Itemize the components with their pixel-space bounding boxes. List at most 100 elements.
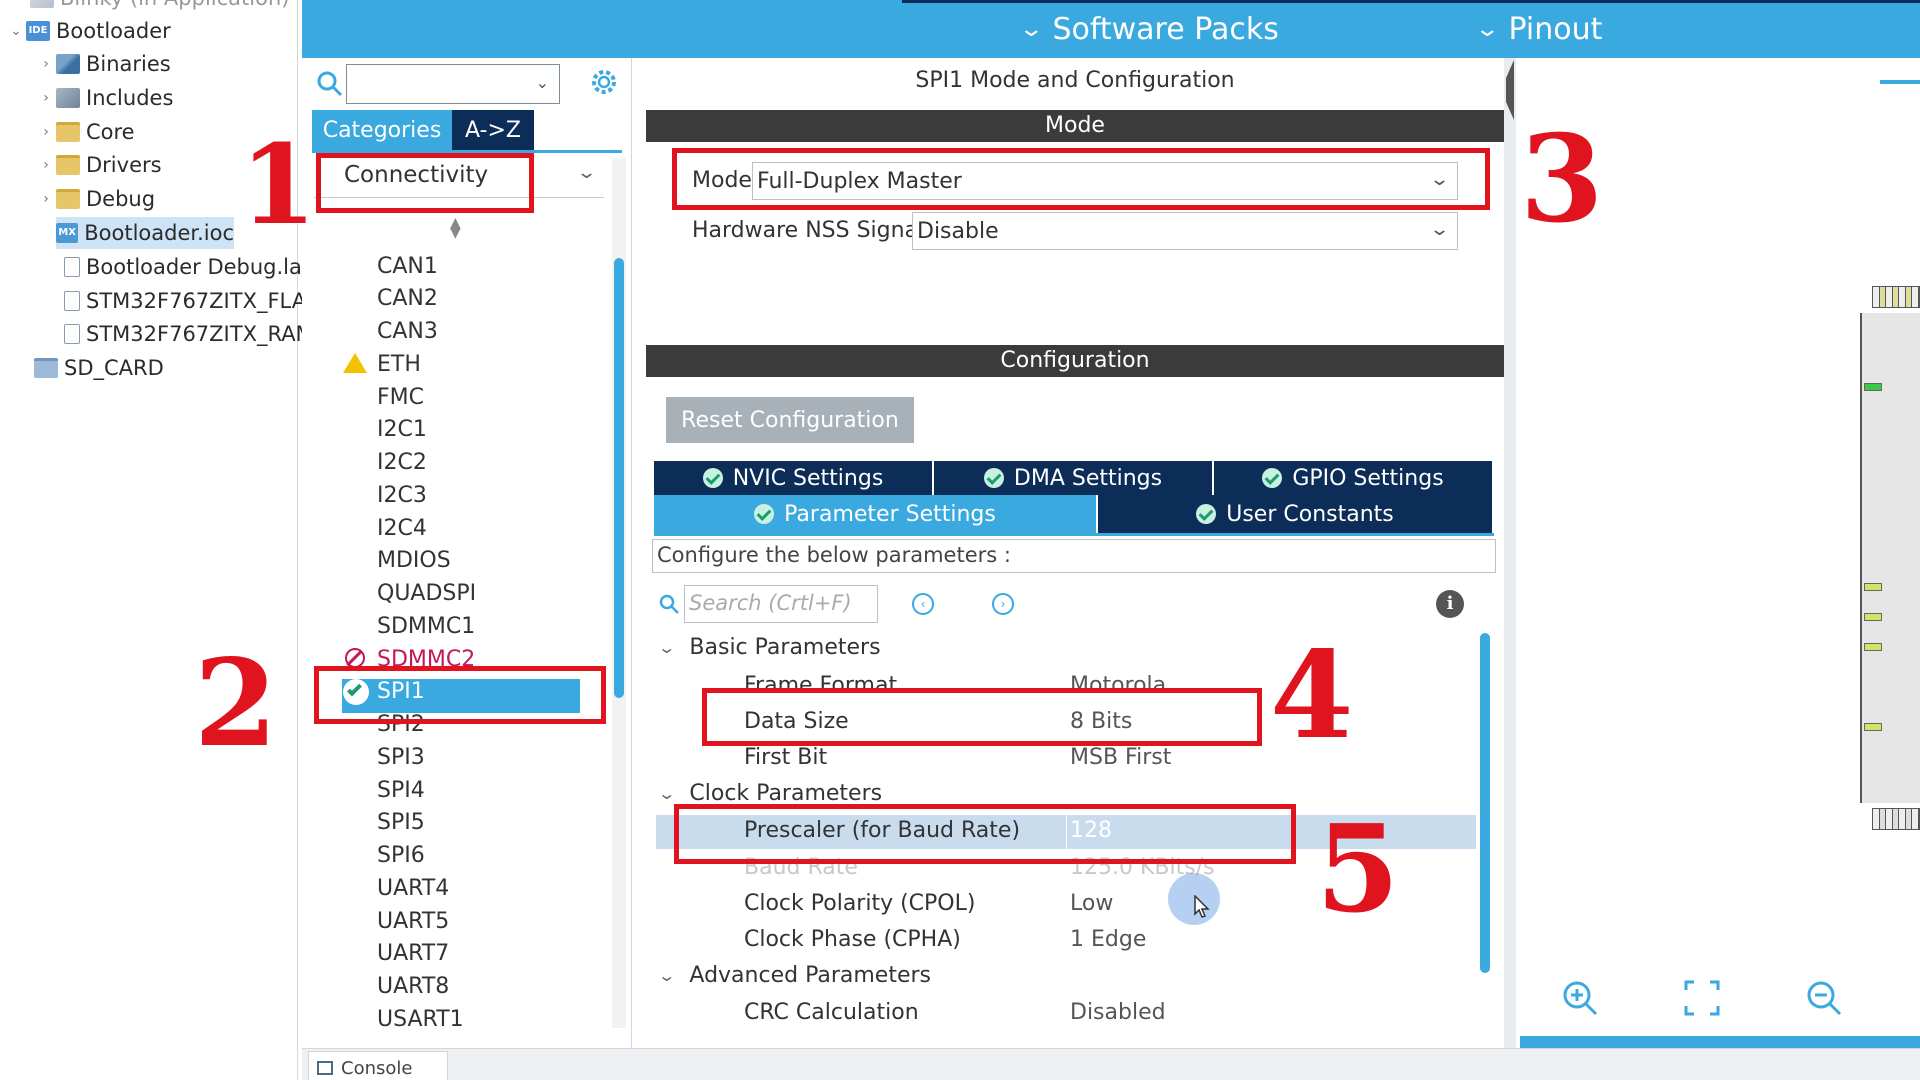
- zoom-out-icon[interactable]: [1804, 978, 1844, 1018]
- peripheral-item-uart4[interactable]: UART4: [377, 873, 449, 903]
- nss-value: Disable: [917, 219, 999, 244]
- category-scrollbar-thumb[interactable]: [614, 258, 624, 698]
- next-match-icon[interactable]: ›: [992, 593, 1014, 615]
- tree-item-core[interactable]: › Core: [36, 116, 135, 148]
- peripheral-item-uart5[interactable]: UART5: [377, 906, 449, 936]
- peripheral-item-spi4[interactable]: SPI4: [377, 775, 425, 805]
- chevron-down-icon[interactable]: ⌄: [657, 784, 676, 803]
- tree-item-ram-ld[interactable]: STM32F767ZITX_RAM: [64, 318, 314, 350]
- peripheral-item-i2c3[interactable]: I2C3: [377, 480, 427, 510]
- param-crc-calculation[interactable]: CRC Calculation: [744, 1000, 919, 1025]
- value-cpha[interactable]: 1 Edge: [1070, 927, 1146, 952]
- nss-dropdown[interactable]: Disable ⌄: [912, 212, 1458, 250]
- peripheral-item-uart7[interactable]: UART7: [377, 939, 449, 969]
- zoom-in-icon[interactable]: [1560, 978, 1600, 1018]
- chevron-right-icon[interactable]: ›: [36, 90, 56, 106]
- tree-item-label: STM32F767ZITX_FLAS: [86, 289, 320, 313]
- pin-assigned[interactable]: [1864, 643, 1882, 651]
- value-crc-calculation[interactable]: Disabled: [1070, 1000, 1166, 1025]
- value-first-bit[interactable]: MSB First: [1070, 745, 1171, 770]
- chevron-right-icon[interactable]: ›: [36, 191, 56, 207]
- tree-item-launch[interactable]: Bootloader Debug.lau: [64, 251, 315, 283]
- peripheral-item-quadspi[interactable]: QUADSPI: [377, 579, 476, 609]
- search-icon[interactable]: [316, 70, 344, 98]
- pin-assigned[interactable]: [1864, 613, 1882, 621]
- info-icon[interactable]: i: [1436, 590, 1464, 618]
- tree-item-ioc[interactable]: MX Bootloader.ioc: [56, 217, 234, 249]
- peripheral-item-spi5[interactable]: SPI5: [377, 808, 425, 838]
- pinout-scrollbar[interactable]: [1520, 1036, 1920, 1048]
- pin-enabled[interactable]: [1864, 383, 1882, 391]
- tab-dma-settings[interactable]: DMA Settings: [934, 461, 1214, 495]
- pin-assigned[interactable]: [1864, 723, 1882, 731]
- tree-item-debug[interactable]: › Debug: [36, 183, 155, 215]
- chevron-right-icon[interactable]: ›: [36, 157, 56, 173]
- reset-configuration-button[interactable]: Reset Configuration: [666, 397, 914, 443]
- param-cpha[interactable]: Clock Phase (CPHA): [744, 927, 961, 952]
- peripheral-item-mdios[interactable]: MDIOS: [377, 546, 451, 576]
- peripheral-item-i2c2[interactable]: I2C2: [377, 448, 427, 478]
- parameters-scrollbar[interactable]: [1480, 633, 1490, 973]
- chevron-down-icon[interactable]: ⌄: [657, 638, 676, 657]
- tab-parameter-settings[interactable]: Parameter Settings: [654, 495, 1098, 533]
- configuration-header: Configuration: [646, 345, 1504, 377]
- tab-user-constants[interactable]: User Constants: [1098, 495, 1494, 533]
- previous-match-icon[interactable]: ‹: [912, 593, 934, 615]
- panel-splitter[interactable]: [1504, 58, 1516, 1048]
- sort-icon[interactable]: ▲ ▼: [450, 216, 461, 240]
- value-cpol[interactable]: Low: [1070, 891, 1113, 916]
- peripheral-item-can1[interactable]: CAN1: [377, 251, 438, 281]
- peripheral-item-i2c1[interactable]: I2C1: [377, 415, 427, 445]
- tree-item-bootloader[interactable]: ⌄ IDE Bootloader: [6, 15, 171, 47]
- group-advanced-parameters[interactable]: ⌄ Advanced Parameters: [657, 963, 931, 988]
- gear-icon[interactable]: [588, 66, 620, 98]
- search-icon[interactable]: [658, 593, 680, 615]
- tab-gpio-settings[interactable]: GPIO Settings: [1214, 461, 1494, 495]
- peripheral-item-uart8[interactable]: UART8: [377, 972, 449, 1002]
- category-search-combo[interactable]: ⌄: [346, 64, 560, 104]
- peripheral-item-can2[interactable]: CAN2: [377, 284, 438, 314]
- chevron-down-icon[interactable]: ⌄: [657, 966, 676, 985]
- tab-categories[interactable]: Categories: [312, 110, 452, 150]
- peripheral-item-spi3[interactable]: SPI3: [377, 742, 425, 772]
- tree-item-flash-ld[interactable]: STM32F767ZITX_FLAS: [64, 285, 319, 317]
- pinout-tab-indicator[interactable]: [1880, 80, 1920, 84]
- tree-item-binaries[interactable]: › Binaries: [36, 48, 171, 80]
- group-clock-parameters[interactable]: ⌄ Clock Parameters: [657, 781, 882, 806]
- tab-nvic-settings[interactable]: NVIC Settings: [654, 461, 934, 495]
- tree-item-blinky[interactable]: Blinky (in Application): [30, 0, 289, 14]
- pinout-menu[interactable]: ⌄ Pinout: [1474, 12, 1602, 47]
- tree-item-drivers[interactable]: › Drivers: [36, 149, 161, 181]
- peripheral-item-sdmmc1[interactable]: SDMMC1: [377, 611, 475, 641]
- chevron-down-icon[interactable]: ⌄: [576, 162, 597, 183]
- software-packs-menu[interactable]: ⌄ Software Packs: [1018, 12, 1279, 47]
- peripheral-item-spi6[interactable]: SPI6: [377, 841, 425, 871]
- tree-item-label: Core: [86, 120, 135, 144]
- folder-icon: [56, 189, 80, 209]
- peripheral-item-eth[interactable]: ETH: [343, 349, 421, 379]
- peripheral-item-can3[interactable]: CAN3: [377, 317, 438, 347]
- chevron-right-icon[interactable]: ›: [36, 56, 56, 72]
- chevron-right-icon[interactable]: ›: [36, 124, 56, 140]
- parameter-search-input[interactable]: Search (Crtl+F): [684, 585, 878, 623]
- pin-assigned[interactable]: [1864, 583, 1882, 591]
- tree-item-includes[interactable]: › Includes: [36, 82, 173, 114]
- peripheral-item-i2c4[interactable]: I2C4: [377, 513, 427, 543]
- param-first-bit[interactable]: First Bit: [744, 745, 827, 770]
- tree-item-sdcard[interactable]: SD_CARD: [34, 352, 164, 384]
- tab-a-to-z[interactable]: A->Z: [452, 110, 534, 150]
- mcu-chip-edge[interactable]: [1860, 313, 1920, 803]
- param-cpol[interactable]: Clock Polarity (CPOL): [744, 891, 975, 916]
- annotation-box-5: [674, 804, 1296, 864]
- peripheral-label: CAN1: [377, 253, 438, 279]
- peripheral-label: SPI6: [377, 843, 425, 868]
- peripheral-item-fmc[interactable]: FMC: [377, 382, 424, 412]
- fit-to-screen-icon[interactable]: [1682, 978, 1722, 1018]
- tab-console[interactable]: Console: [308, 1051, 448, 1080]
- tree-item-label: Bootloader Debug.lau: [86, 255, 316, 279]
- chevron-down-icon[interactable]: ⌄: [536, 73, 549, 92]
- group-basic-parameters[interactable]: ⌄ Basic Parameters: [657, 635, 880, 660]
- peripheral-label: FMC: [377, 384, 424, 410]
- chevron-down-icon[interactable]: ⌄: [6, 23, 26, 39]
- peripheral-item-usart1[interactable]: USART1: [377, 1004, 464, 1034]
